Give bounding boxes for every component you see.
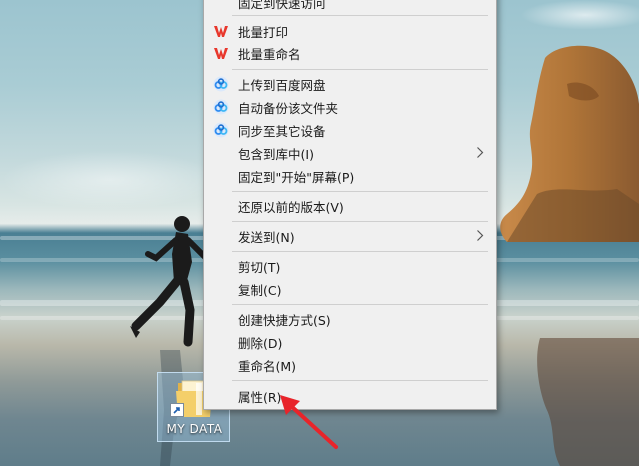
menu-item-send-to[interactable]: 发送到(N) <box>204 225 496 247</box>
menu-item-label: 固定到"开始"屏幕(P) <box>238 170 355 185</box>
menu-separator <box>232 251 488 252</box>
menu-item-label: 剪切(T) <box>238 260 281 275</box>
menu-separator <box>232 221 488 222</box>
baidu-netdisk-icon <box>213 99 229 115</box>
menu-item-sync-devices[interactable]: 同步至其它设备 <box>204 119 496 141</box>
baidu-netdisk-icon <box>213 122 229 138</box>
menu-separator <box>232 380 488 381</box>
wps-logo-icon <box>214 48 228 59</box>
annotation-arrow-icon <box>280 395 338 449</box>
chevron-right-icon <box>477 147 484 158</box>
menu-item-pin-quick-access[interactable]: 固定到快速访问 <box>204 0 496 13</box>
menu-item-label: 复制(C) <box>238 283 282 298</box>
menu-item-label: 批量打印 <box>238 25 289 40</box>
menu-item-label: 还原以前的版本(V) <box>238 200 344 215</box>
menu-item-label: 包含到库中(I) <box>238 147 314 162</box>
menu-item-label: 上传到百度网盘 <box>238 78 326 93</box>
menu-item-upload-baidu[interactable]: 上传到百度网盘 <box>204 73 496 95</box>
menu-item-copy[interactable]: 复制(C) <box>204 278 496 300</box>
menu-item-create-shortcut[interactable]: 创建快捷方式(S) <box>204 308 496 330</box>
menu-item-batch-rename[interactable]: 批量重命名 <box>204 42 496 64</box>
wallpaper-cloud <box>0 150 220 210</box>
menu-item-label: 固定到快速访问 <box>238 0 326 11</box>
desktop-icon-label: MY DATA <box>166 422 223 436</box>
menu-item-properties[interactable]: 属性(R) <box>204 385 496 407</box>
menu-item-label: 同步至其它设备 <box>238 124 326 139</box>
context-menu: 固定到快速访问 批量打印 批量重命名 上传到百度网盘 自动备份该文件夹 同步至其… <box>203 0 497 410</box>
menu-item-label: 删除(D) <box>238 336 283 351</box>
menu-item-label: 属性(R) <box>238 390 282 405</box>
wallpaper-cloud <box>520 0 639 30</box>
menu-item-label: 批量重命名 <box>238 47 301 62</box>
menu-item-restore-versions[interactable]: 还原以前的版本(V) <box>204 195 496 217</box>
menu-item-label: 自动备份该文件夹 <box>238 101 339 116</box>
baidu-netdisk-icon <box>213 76 229 92</box>
menu-item-cut[interactable]: 剪切(T) <box>204 255 496 277</box>
menu-item-auto-backup[interactable]: 自动备份该文件夹 <box>204 96 496 118</box>
wallpaper-sea-stack <box>500 45 639 242</box>
menu-item-pin-start[interactable]: 固定到"开始"屏幕(P) <box>204 165 496 187</box>
chevron-right-icon <box>477 230 484 241</box>
menu-item-rename[interactable]: 重命名(M) <box>204 354 496 376</box>
menu-item-label: 发送到(N) <box>238 230 295 245</box>
menu-item-batch-print[interactable]: 批量打印 <box>204 20 496 42</box>
wallpaper-rock-reflection <box>537 338 639 466</box>
menu-separator <box>232 191 488 192</box>
menu-item-label: 重命名(M) <box>238 359 297 374</box>
wps-logo-icon <box>214 26 228 37</box>
menu-item-include-in-library[interactable]: 包含到库中(I) <box>204 142 496 164</box>
shortcut-arrow-icon <box>170 403 184 417</box>
menu-separator <box>232 304 488 305</box>
menu-item-label: 创建快捷方式(S) <box>238 313 331 328</box>
menu-separator <box>232 69 488 70</box>
menu-item-delete[interactable]: 删除(D) <box>204 331 496 353</box>
menu-separator <box>232 15 488 16</box>
